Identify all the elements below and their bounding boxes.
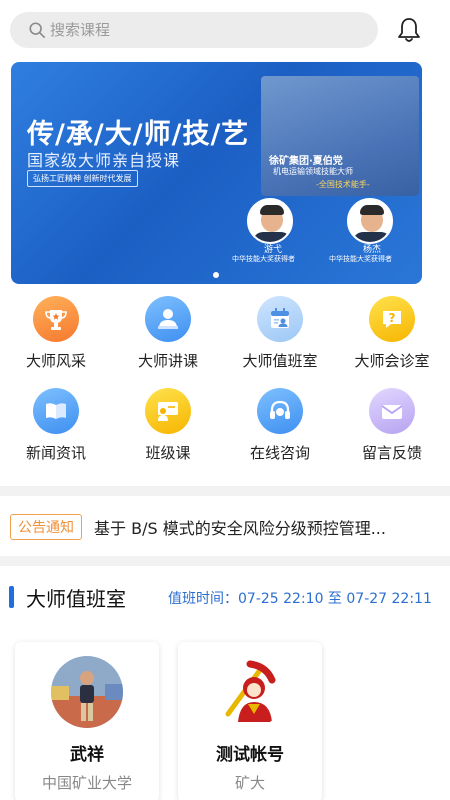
banner-main-tag: -全国技术能手-	[316, 180, 370, 189]
promo-banner[interactable]: 传/承/大/师/技/艺 国家级大师亲自授课 弘扬工匠精神 创新时代发展 徐矿集团…	[11, 62, 422, 284]
grid-item-class[interactable]: 班级课	[112, 388, 224, 480]
grid-label: 大师风采	[25, 352, 86, 370]
grid-item-online-consult[interactable]: 在线咨询	[224, 388, 336, 480]
grid-label: 大师值班室	[242, 352, 318, 370]
banner-subtitle: 国家级大师亲自授课	[27, 151, 181, 170]
master-org: 中国矿业大学	[41, 774, 132, 792]
calendar-person-icon	[257, 296, 303, 342]
master-card[interactable]: 武祥 中国矿业大学	[15, 642, 159, 800]
notice-bar[interactable]: 公告通知 基于 B/S 模式的安全风险分级预控管理...	[0, 506, 450, 548]
top-bar	[0, 0, 450, 60]
grid-label: 大师会诊室	[354, 352, 430, 370]
master-org: 矿大	[234, 774, 265, 792]
grid-label: 班级课	[145, 444, 191, 462]
notice-badge: 公告通知	[10, 514, 82, 540]
master-name: 武祥	[70, 745, 104, 765]
person-award: 中华技能大奖获得者	[232, 255, 295, 263]
carousel-indicator[interactable]	[213, 272, 219, 278]
grid-item-news[interactable]: 新闻资讯	[0, 388, 112, 480]
duty-room-header: 大师值班室 值班时间：07-25 22:10 至 07-27 22:11	[0, 580, 450, 614]
master-card[interactable]: 测试帐号 矿大	[178, 642, 322, 800]
grid-item-master-lecture[interactable]: 大师讲课	[112, 296, 224, 388]
book-icon	[33, 388, 79, 434]
grid-label: 在线咨询	[249, 444, 310, 462]
master-photo	[261, 76, 419, 196]
duty-time: 值班时间：07-25 22:10 至 07-27 22:11	[168, 591, 432, 607]
svg-text:?: ?	[389, 311, 396, 325]
grid-item-duty-room[interactable]: 大师值班室	[224, 296, 336, 388]
grid-item-master-style[interactable]: 大师风采	[0, 296, 112, 388]
person-portrait	[247, 198, 293, 244]
avatar	[51, 656, 123, 728]
section-divider	[0, 556, 450, 566]
classroom-icon	[145, 388, 191, 434]
teacher-icon	[145, 296, 191, 342]
notice-text[interactable]: 基于 B/S 模式的安全风险分级预控管理...	[94, 515, 394, 539]
master-name: 测试帐号	[216, 745, 284, 765]
section-divider	[0, 486, 450, 496]
feature-grid: 大师风采 大师讲课 大师值班室 ? 大师会诊室 新闻资讯 班级课 在线咨询 留言…	[0, 296, 450, 480]
grid-label: 大师讲课	[137, 352, 198, 370]
section-title: 大师值班室	[26, 587, 126, 611]
grid-item-feedback[interactable]: 留言反馈	[336, 388, 448, 480]
banner-main-name: 徐矿集团·夏伯党	[269, 156, 343, 167]
avatar	[214, 656, 286, 728]
grid-label: 新闻资讯	[25, 444, 86, 462]
search-bar[interactable]	[10, 12, 378, 48]
search-icon	[29, 22, 46, 39]
envelope-icon	[369, 388, 415, 434]
grid-label: 留言反馈	[361, 444, 422, 462]
search-input[interactable]	[50, 21, 350, 39]
headset-icon	[257, 388, 303, 434]
grid-item-consult-room[interactable]: ? 大师会诊室	[336, 296, 448, 388]
banner-main-role: 机电运输领域技能大师	[273, 167, 353, 176]
section-accent-bar	[9, 586, 14, 608]
question-chat-icon: ?	[369, 296, 415, 342]
person-portrait	[347, 198, 393, 244]
bell-icon[interactable]	[396, 16, 422, 44]
person-award: 中华技能大奖获得者	[329, 255, 392, 263]
trophy-icon	[33, 296, 79, 342]
banner-title: 传/承/大/师/技/艺	[27, 119, 250, 150]
banner-slogan: 弘扬工匠精神 创新时代发展	[27, 170, 138, 187]
